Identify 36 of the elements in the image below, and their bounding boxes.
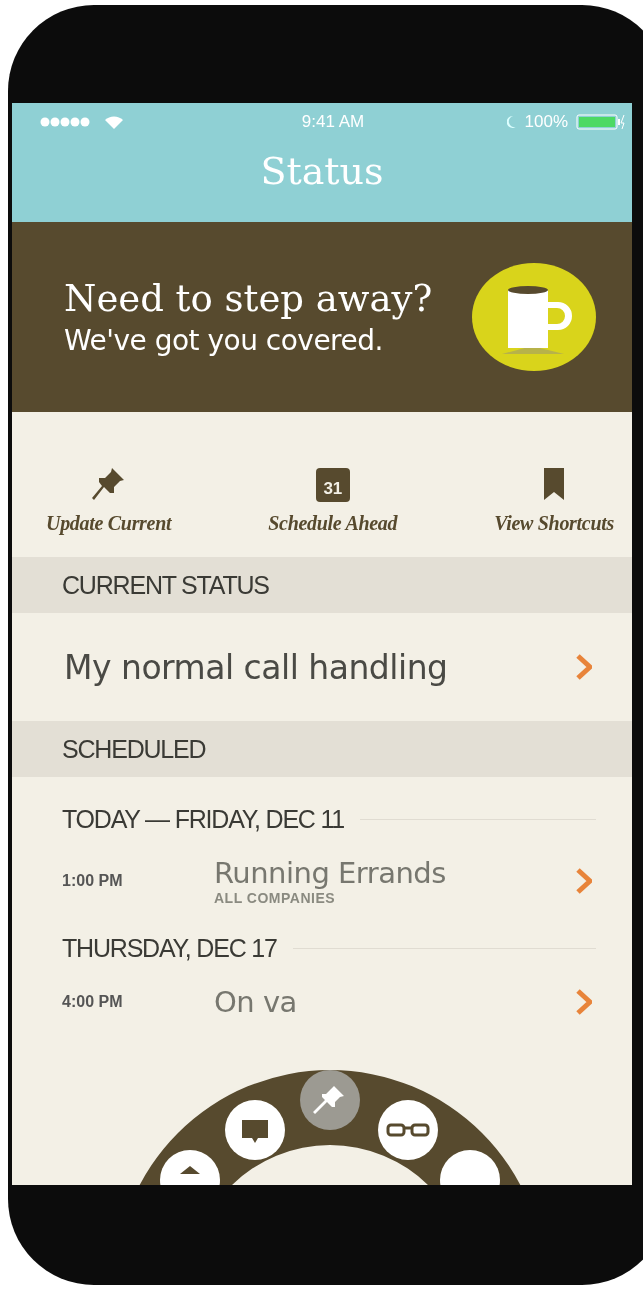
coffee-mug-icon (472, 262, 596, 372)
scheduled-entry[interactable]: 4:00 PM On va (12, 963, 632, 1019)
section-header: CURRENT STATUS (12, 557, 632, 613)
clock-time: 9:41 AM (301, 112, 365, 132)
status-row[interactable]: My normal call handling (12, 613, 632, 721)
entry-subtitle: ALL COMPANIES (214, 890, 337, 906)
banner-subline: We've got you covered. (64, 324, 384, 357)
chevron-icon (576, 654, 592, 680)
wifi-icon (104, 114, 124, 130)
dial-button[interactable] (225, 1100, 285, 1160)
status-text: My normal call handling (64, 647, 448, 687)
page-title: Status (260, 149, 384, 193)
entry-time: 1:00 PM (62, 872, 124, 890)
battery-icon (576, 114, 626, 130)
scheduled-entry[interactable]: 1:00 PM Running Errands ALL COMPANIES (12, 834, 632, 906)
chevron-icon (576, 868, 592, 894)
dial-button[interactable] (160, 1150, 220, 1185)
action-button[interactable]: View Shortcuts (494, 466, 614, 535)
calendar-icon: 31 (315, 468, 350, 502)
bookmark-icon (544, 466, 565, 502)
battery-percent: 100% (524, 112, 568, 132)
action-button[interactable]: 31 Schedule Ahead (268, 468, 398, 535)
dial-button[interactable] (378, 1100, 438, 1160)
action-button[interactable]: Update Current (46, 466, 172, 535)
banner-headline: Need to step away? (64, 277, 433, 320)
date-header: THURSDAY, DEC 17 (62, 934, 277, 963)
chevron-icon (576, 989, 592, 1015)
date-header: TODAY — FRIDAY, DEC 11 (62, 805, 345, 834)
section-header: SCHEDULED (12, 721, 632, 777)
entry-title: Running Errands (214, 856, 447, 890)
dial-button[interactable] (300, 1070, 360, 1130)
dial-button[interactable] (440, 1150, 500, 1185)
entry-title: On va (214, 985, 298, 1019)
moon-icon (506, 115, 517, 129)
pushpin-icon (91, 466, 126, 502)
entry-time: 4:00 PM (62, 993, 124, 1011)
